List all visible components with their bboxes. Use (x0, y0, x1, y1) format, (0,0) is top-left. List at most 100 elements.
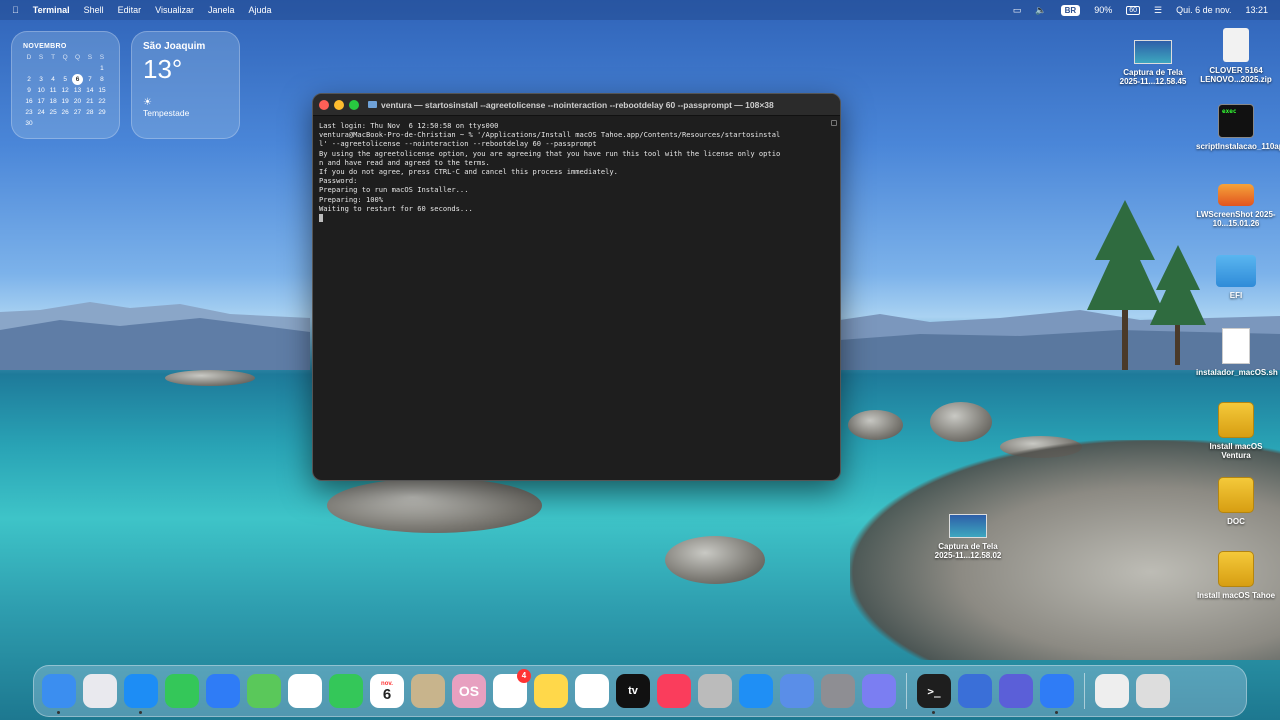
menu-ajuda[interactable]: Ajuda (249, 5, 272, 15)
desktop-icon-label: Install macOS Tahoe (1196, 591, 1276, 600)
app-menu[interactable]: Terminal (33, 5, 70, 15)
calendar-day: 16 (25, 98, 33, 105)
battery-percent[interactable]: 90% (1094, 5, 1112, 15)
dock-downloads-icon[interactable] (1095, 674, 1129, 708)
dock-reminders-icon[interactable]: 4 (493, 669, 531, 708)
screenshot-thumbnail-icon (949, 514, 987, 538)
dock-safari-technology-icon[interactable] (1040, 674, 1074, 714)
terminal-output[interactable]: Last login: Thu Nov 6 12:50:58 on ttys00… (313, 116, 840, 480)
desktop-icon-install-tahoe[interactable]: Install macOS Tahoe (1196, 551, 1276, 600)
calendar-day: 21 (86, 98, 94, 105)
desktop-icon-script[interactable]: exec scriptInstalacao_110appcompleto (1196, 104, 1280, 151)
dock-system-settings-icon[interactable] (821, 674, 855, 708)
dock-disk-utility-icon[interactable] (999, 674, 1033, 708)
dock-maps-icon[interactable] (247, 674, 281, 708)
calendar-day: 11 (49, 87, 57, 94)
weekday-label: S (99, 54, 105, 61)
dock-iphone-mirroring-icon[interactable] (862, 674, 896, 708)
dock-contacts-icon[interactable] (411, 674, 445, 708)
dock-safari-icon[interactable] (124, 674, 158, 714)
minimize-button[interactable] (334, 99, 344, 110)
dock-system-utility-icon[interactable] (698, 674, 732, 708)
battery-icon[interactable]: 60 (1126, 5, 1141, 15)
terminal-line: Waiting to restart for 60 seconds... (319, 203, 473, 213)
menu-bar:  Terminal Shell Editar Visualizar Janel… (0, 0, 1280, 20)
desktop-icon-install-ventura[interactable]: Install macOS Ventura (1196, 402, 1276, 460)
calendar-widget[interactable]: NOVEMBRO DSTQQSS 1 2 3 4 5 6 7 8 9 10 11 12 13 14 15 16… (11, 31, 120, 139)
dock-notes-icon[interactable] (534, 674, 568, 708)
dock-calendar-icon[interactable]: nov. 6 (370, 674, 404, 708)
dock-trash-icon[interactable] (1136, 674, 1170, 708)
input-source-indicator[interactable]: BR (1060, 4, 1081, 16)
calendar-day: 6 (71, 74, 84, 85)
calendar-day (23, 63, 35, 74)
desktop-icon-doc[interactable]: DOC (1196, 477, 1276, 526)
weekday-label: D (26, 54, 32, 61)
desktop-icon-label: CLOVER 5164 LENOVO...2025.zip (1200, 66, 1272, 84)
menu-shell[interactable]: Shell (84, 5, 104, 15)
dock-photos-icon[interactable] (288, 674, 322, 708)
calendar-day (35, 118, 47, 129)
terminal-line: Password: (319, 176, 358, 186)
dock-mail-icon[interactable] (206, 674, 240, 708)
weather-condition: Tempestade (143, 108, 190, 118)
dock-music-icon[interactable] (657, 674, 691, 708)
dock-freeform-icon[interactable] (575, 674, 609, 708)
desktop-icon-clover-zip[interactable]: CLOVER 5164 LENOVO...2025.zip (1196, 28, 1276, 84)
dock-launchpad-icon[interactable] (83, 674, 117, 708)
dock-xcode-like-icon[interactable] (780, 674, 814, 708)
zoom-button[interactable] (349, 99, 359, 110)
desktop-icon-label: Captura de Tela 2025-11...12.58.02 (934, 542, 1002, 560)
calendar-day: 18 (49, 98, 57, 105)
menu-janela[interactable]: Janela (208, 5, 235, 15)
screen-mirroring-icon[interactable]: ▭ (1013, 5, 1022, 16)
dock-apple-tv-icon[interactable]: tv (616, 674, 650, 708)
desktop-icon-efi[interactable]: EFI (1196, 255, 1276, 300)
calendar-day (59, 118, 71, 129)
calendar-day: 22 (98, 98, 106, 105)
menubar-time[interactable]: 13:21 (1245, 5, 1268, 15)
dock-facetime-icon[interactable] (329, 674, 363, 708)
terminal-titlebar[interactable]: ventura — startosinstall --agreetolicens… (313, 94, 840, 116)
desktop-icon-instalador[interactable]: instalador_macOS.sh (1196, 328, 1278, 377)
terminal-line: If you do not agree, press CTRL-C and ca… (319, 167, 618, 177)
desktop-icon-screenshot-1[interactable]: Captura de Tela 2025-11...12.58.45 (1113, 34, 1193, 86)
desktop-icon-lwscreenshot[interactable]: LWScreenShot 2025-10...15.01.26 (1196, 176, 1276, 228)
calendar-day: 28 (86, 109, 94, 116)
calendar-day: 8 (100, 76, 104, 83)
menu-visualizar[interactable]: Visualizar (155, 5, 194, 15)
dock-app-store-icon[interactable] (739, 674, 773, 708)
desktop-icon-screenshot-2[interactable]: Captura de Tela 2025-11...12.58.02 (928, 508, 1008, 560)
document-icon (1222, 328, 1250, 364)
dock-finder-icon[interactable] (42, 674, 76, 714)
scroll-indicator-icon[interactable] (831, 120, 837, 126)
apple-menu-icon[interactable]:  (12, 5, 19, 15)
menubar-date[interactable]: Qui. 6 de nov. (1176, 5, 1231, 15)
control-center-icon[interactable]: ☰ (1154, 5, 1162, 16)
weekday-label: S (38, 54, 44, 61)
dock-terminal-icon[interactable]: >_ (917, 674, 951, 714)
calendar-day (59, 63, 71, 74)
dock-opencore-configurator-icon[interactable] (958, 674, 992, 708)
calendar-day: 4 (51, 76, 55, 83)
calendar-day: 17 (37, 98, 45, 105)
dock-macos-installer-icon[interactable]: OS (452, 674, 486, 708)
weather-widget[interactable]: São Joaquim 13° ☀ Tempestade (131, 31, 240, 139)
menu-editar[interactable]: Editar (118, 5, 142, 15)
zip-file-icon (1223, 28, 1249, 62)
calendar-day (71, 63, 84, 74)
dock-separator (1084, 673, 1085, 709)
dock-messages-icon[interactable] (165, 674, 199, 708)
calendar-day: 23 (25, 109, 33, 116)
calendar-day (96, 118, 108, 129)
terminal-title: ventura — startosinstall --agreetolicens… (381, 99, 774, 110)
terminal-window[interactable]: ventura — startosinstall --agreetolicens… (312, 93, 841, 481)
exec-file-icon: exec (1218, 104, 1254, 138)
calendar-day: 19 (61, 98, 69, 105)
calendar-day: 14 (86, 87, 94, 94)
speaker-icon[interactable]: 🔈 (1035, 5, 1046, 16)
dock-icon-text: OS (458, 683, 480, 699)
calendar-day (71, 118, 84, 129)
calendar-day: 20 (73, 98, 82, 105)
close-button[interactable] (319, 99, 329, 110)
